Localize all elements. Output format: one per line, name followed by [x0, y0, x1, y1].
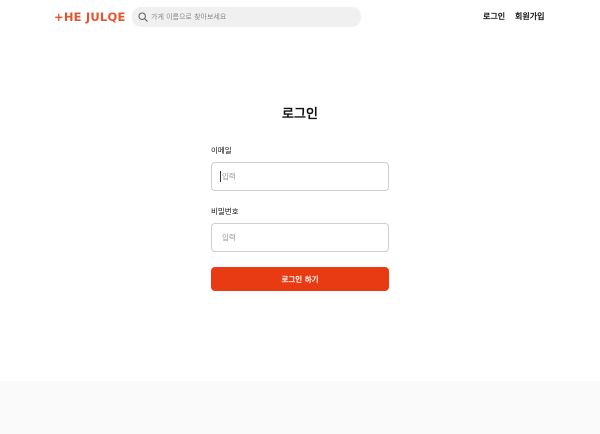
nav-signup-link[interactable]: 회원가입 — [515, 12, 544, 22]
header: +HE JULQE 로그인 회원가입 — [0, 0, 600, 35]
main-content: 로그인 이메일 비밀번호 로그인 하기 — [0, 34, 600, 381]
nav-login-link[interactable]: 로그인 — [483, 12, 505, 22]
logo[interactable]: +HE JULQE — [54, 10, 126, 24]
password-label: 비밀번호 — [211, 207, 239, 216]
search-icon — [138, 12, 148, 22]
email-field[interactable] — [211, 162, 389, 191]
search-bar[interactable] — [132, 7, 361, 27]
email-label: 이메일 — [211, 146, 232, 155]
page-title: 로그인 — [282, 107, 318, 122]
login-button[interactable]: 로그인 하기 — [211, 267, 389, 291]
search-input[interactable] — [151, 9, 351, 25]
text-cursor — [220, 171, 221, 182]
page: +HE JULQE 로그인 회원가입 로그인 이메일 비밀번호 로그인 하기 — [0, 0, 600, 434]
password-field[interactable] — [211, 223, 389, 252]
